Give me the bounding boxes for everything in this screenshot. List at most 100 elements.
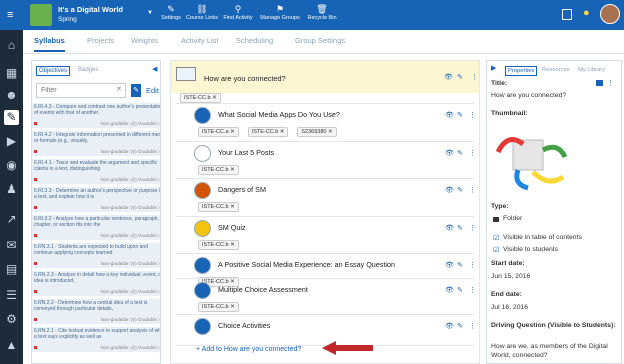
mail-icon[interactable]: ✉ xyxy=(4,238,19,253)
eye-icon[interactable]: 👁 xyxy=(445,111,454,119)
palette-icon[interactable]: ◉ xyxy=(4,158,19,173)
more-icon[interactable]: ⋮ xyxy=(469,322,476,330)
chart-icon[interactable]: ↗ xyxy=(4,212,19,227)
tag-chip[interactable]: ISTE-CC.a ✕ xyxy=(198,127,239,137)
activity-item[interactable]: What Social Media Apps Do You Use? 👁 ✎ ⋮ IST… xyxy=(194,107,476,137)
calendar-icon[interactable]: ▦ xyxy=(4,66,19,81)
image-icon[interactable] xyxy=(596,80,603,86)
activity-item[interactable]: A Positive Social Media Experience: an E… xyxy=(194,257,476,287)
course-dropdown-icon[interactable]: ▼ xyxy=(147,10,153,16)
edit-icon[interactable]: ✎ xyxy=(457,261,463,269)
alert-icon[interactable]: ▲ xyxy=(4,338,19,353)
activity-item[interactable]: Dangers of SM 👁 ✎ ⋮ ISTE-CC.b ✕ xyxy=(194,182,476,212)
tag-chip[interactable]: ISTE-CC.b ✕ xyxy=(198,165,239,175)
tab-group-settings[interactable]: Group Settings xyxy=(295,36,345,45)
nav-recycle-bin[interactable]: 🗑 Recycle Bin xyxy=(305,4,339,21)
edit-icon[interactable]: ✎ xyxy=(457,186,463,194)
tab-weights[interactable]: Weights xyxy=(131,36,158,45)
activity-title[interactable]: What Social Media Apps Do You Use? xyxy=(218,110,340,119)
objective-item[interactable]: 6.RN.2.1 - Cite textual evidence to supp… xyxy=(32,327,160,353)
list-icon[interactable]: ☰ xyxy=(4,288,19,303)
eye-icon[interactable]: 👁 xyxy=(445,186,454,194)
tab-projects[interactable]: Projects xyxy=(87,36,114,45)
edit-icon[interactable]: ✎ xyxy=(457,149,463,157)
objective-item[interactable]: 6.RN.2.3 - Analyze in detail how a key i… xyxy=(32,271,160,297)
start-date-value[interactable]: Jun 15, 2016 xyxy=(491,273,530,280)
people-icon[interactable]: ☻ xyxy=(4,88,19,103)
clear-filter-icon[interactable]: ✕ xyxy=(116,85,122,93)
add-to-folder-link[interactable]: + Add to How are you connected? xyxy=(196,346,301,353)
collapse-right-icon[interactable]: ▶ xyxy=(491,64,496,72)
activity-title[interactable]: A Positive Social Media Experience: an E… xyxy=(218,260,395,269)
objectives-tab[interactable]: Objectives xyxy=(36,66,71,76)
activity-title[interactable]: Choice Activities xyxy=(218,321,270,330)
thumbnail-image[interactable] xyxy=(493,122,568,192)
eye-icon[interactable]: 👁 xyxy=(445,286,454,294)
eye-icon[interactable]: 👁 xyxy=(445,322,454,330)
eye-icon[interactable]: 👁 xyxy=(445,149,454,157)
copy-icon[interactable] xyxy=(562,9,572,20)
activity-item[interactable]: SM Quiz 👁 ✎ ⋮ ISTE-CC.b ✕ xyxy=(194,220,476,250)
more-icon[interactable]: ⋮ xyxy=(469,111,476,119)
toc-checkbox[interactable]: ☑ xyxy=(493,234,499,242)
activity-title[interactable]: SM Quiz xyxy=(218,223,246,232)
objective-item[interactable]: 6.RI.4.3 - Compare and contrast one auth… xyxy=(32,103,160,129)
edit-icon[interactable]: ✎ xyxy=(457,111,463,119)
menu-dots-icon[interactable]: ⋮ xyxy=(607,79,614,87)
badges-tab[interactable]: Badges xyxy=(78,67,98,73)
folder-tag[interactable]: ISTE-CC.b ✕ xyxy=(180,93,221,103)
more-icon[interactable]: ⋮ xyxy=(469,186,476,194)
home-icon[interactable]: ⌂ xyxy=(4,38,19,53)
pencil-icon[interactable]: ✎ xyxy=(4,110,19,125)
lightbulb-icon[interactable]: ● xyxy=(583,7,590,19)
objective-item[interactable]: 6.RN.3.1 - Students are expected to buil… xyxy=(32,243,160,269)
menu-icon[interactable]: ≡ xyxy=(7,9,13,21)
tab-my-library[interactable]: My Library xyxy=(578,67,605,73)
activity-title[interactable]: Multiple Choice Assessment xyxy=(218,285,308,294)
activity-title[interactable]: Dangers of SM xyxy=(218,185,266,194)
nav-manage-groups[interactable]: ⚑ Manage Groups xyxy=(257,4,303,21)
eye-icon[interactable]: 👁 xyxy=(444,73,453,81)
eye-icon[interactable]: 👁 xyxy=(445,261,454,269)
folder-title[interactable]: How are you connected? xyxy=(204,74,286,83)
tab-activity-list[interactable]: Activity List xyxy=(181,36,219,45)
tag-chip[interactable]: S2369380 ✕ xyxy=(297,127,337,137)
more-icon[interactable]: ⋮ xyxy=(469,224,476,232)
documents-icon[interactable]: ▤ xyxy=(4,262,19,277)
tab-resources[interactable]: Resources xyxy=(542,67,570,73)
tab-properties[interactable]: Properties xyxy=(505,66,538,76)
tag-chip[interactable]: ISTE-CC.b ✕ xyxy=(247,127,289,137)
activity-title[interactable]: Your Last 5 Posts xyxy=(218,148,274,157)
objective-item[interactable]: 6.RI.3.3 - Determine an author's perspec… xyxy=(32,187,160,213)
tab-scheduling[interactable]: Scheduling xyxy=(236,36,273,45)
visible-checkbox[interactable]: ☑ xyxy=(493,246,499,254)
more-icon[interactable]: ⋮ xyxy=(469,149,476,157)
edit-icon[interactable]: ✎ xyxy=(457,224,463,232)
tab-syllabus[interactable]: Syllabus xyxy=(34,36,65,52)
end-date-value[interactable]: Jul 16, 2016 xyxy=(491,304,528,311)
tag-chip[interactable]: ISTE-CC.b ✕ xyxy=(198,240,239,250)
play-icon[interactable]: ▶ xyxy=(4,134,19,149)
more-icon[interactable]: ⋮ xyxy=(469,286,476,294)
more-icon[interactable]: ⋮ xyxy=(469,261,476,269)
tag-chip[interactable]: ISTE-CC.b ✕ xyxy=(198,302,239,312)
nav-find-activity[interactable]: ⚲ Find Activity xyxy=(221,4,255,21)
nav-settings[interactable]: ✎ Settings xyxy=(158,4,184,21)
course-title[interactable]: It's a Digital World xyxy=(58,5,123,14)
activity-item[interactable]: Multiple Choice Assessment 👁 ✎ ⋮ ISTE-CC.b ✕ xyxy=(194,282,476,312)
objective-item[interactable]: 6.RI.3.2 - Analyze how a particular sent… xyxy=(32,215,160,241)
collapse-left-icon[interactable]: ◀ xyxy=(152,65,157,73)
objective-item[interactable]: 6.RI.4.1 - Trace and evaluate the argume… xyxy=(32,159,160,185)
edit-icon[interactable]: ✎ xyxy=(457,73,463,81)
filter-input[interactable] xyxy=(36,83,126,98)
activity-item[interactable]: Your Last 5 Posts 👁 ✎ ⋮ ISTE-CC.b ✕ xyxy=(194,145,476,175)
tag-chip[interactable]: ISTE-CC.b ✕ xyxy=(198,202,239,212)
more-icon[interactable]: ⋮ xyxy=(471,73,478,81)
driving-question-value[interactable]: How are we, as members of the Digital Wo… xyxy=(491,342,619,360)
edit-icon[interactable]: ✎ xyxy=(457,322,463,330)
objective-item[interactable]: 6.RN.2.2 - Determine how a central idea … xyxy=(32,299,160,325)
edit-icon[interactable]: ✎ xyxy=(457,286,463,294)
user-icon[interactable]: ♟ xyxy=(4,182,19,197)
edit-objectives-button[interactable]: ✎ Edit xyxy=(131,84,160,98)
eye-icon[interactable]: 👁 xyxy=(445,224,454,232)
